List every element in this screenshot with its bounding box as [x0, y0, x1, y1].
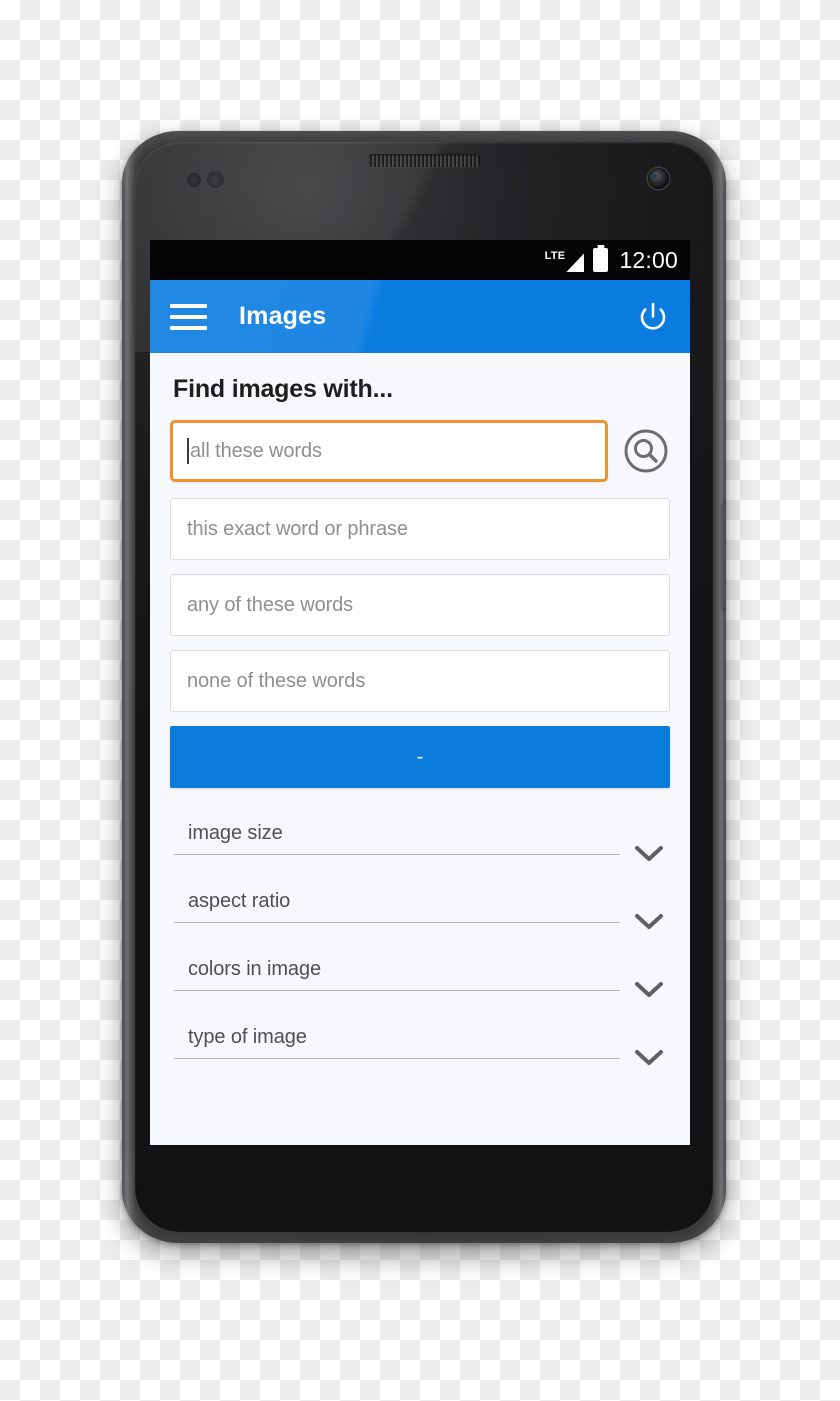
search-form: Find images with... all these words this… — [150, 353, 690, 1068]
filter-underline — [174, 854, 620, 855]
app-bar-glare — [150, 280, 690, 353]
text-cursor — [187, 438, 189, 464]
input-placeholder: any of these words — [187, 593, 354, 616]
hamburger-line — [170, 303, 207, 308]
search-input-this-exact-word-or-phrase[interactable]: this exact word or phrase — [170, 498, 670, 560]
input-placeholder: none of these words — [187, 669, 366, 692]
search-input-all-these-words[interactable]: all these words — [170, 420, 608, 482]
chevron-down-icon[interactable] — [632, 1026, 666, 1068]
filter-label: image size — [188, 822, 283, 844]
primary-query-row: all these words — [170, 420, 670, 482]
phone-screen: LTE 12:00 Images Find images with... all… — [150, 240, 690, 1145]
filter-underline — [174, 922, 620, 923]
page-title: Images — [239, 302, 327, 330]
filter-image-size[interactable]: image size — [174, 822, 666, 864]
chevron-down-icon[interactable] — [632, 822, 666, 864]
filter-colors-in-image[interactable]: colors in image — [174, 958, 666, 1000]
filter-field: aspect ratio — [174, 890, 620, 923]
filter-underline — [174, 990, 620, 991]
signal-indicator: LTE — [545, 248, 585, 272]
hamburger-menu-icon[interactable] — [170, 303, 207, 330]
search-input-any-of-these-words[interactable]: any of these words — [170, 574, 670, 636]
search-input-none-of-these-words[interactable]: none of these words — [170, 650, 670, 712]
form-heading: Find images with... — [173, 375, 393, 403]
input-placeholder: all these words — [190, 439, 322, 462]
proximity-sensor-icon — [187, 173, 201, 187]
chevron-down-icon[interactable] — [632, 890, 666, 932]
chevron-down-icon[interactable] — [632, 958, 666, 1000]
hamburger-line — [170, 325, 207, 330]
input-placeholder: this exact word or phrase — [187, 517, 408, 540]
filter-list: image size aspect ratio colors in image … — [170, 822, 670, 1068]
filter-field: image size — [174, 822, 620, 855]
filter-type-of-image[interactable]: type of image — [174, 1026, 666, 1068]
filter-label: colors in image — [188, 958, 322, 980]
status-bar: LTE 12:00 — [150, 240, 690, 280]
lte-label: LTE — [544, 250, 566, 262]
filter-label: type of image — [188, 1026, 307, 1048]
signal-triangle-icon — [566, 253, 585, 272]
hamburger-line — [170, 314, 207, 319]
filter-field: colors in image — [174, 958, 620, 991]
power-side-button[interactable] — [722, 501, 726, 609]
power-icon[interactable] — [636, 300, 670, 334]
filter-field: type of image — [174, 1026, 620, 1059]
filter-label: aspect ratio — [188, 890, 291, 912]
status-bar-clock: 12:00 — [619, 246, 678, 273]
battery-full-icon — [593, 248, 609, 272]
filter-underline — [174, 1058, 620, 1059]
submit-search-button[interactable]: - — [170, 726, 670, 788]
filter-aspect-ratio[interactable]: aspect ratio — [174, 890, 666, 932]
earpiece-speaker — [368, 154, 480, 167]
app-bar: Images — [150, 280, 690, 353]
ambient-light-sensor-icon — [207, 171, 224, 188]
front-camera-icon — [648, 168, 669, 189]
search-icon[interactable] — [622, 427, 670, 475]
